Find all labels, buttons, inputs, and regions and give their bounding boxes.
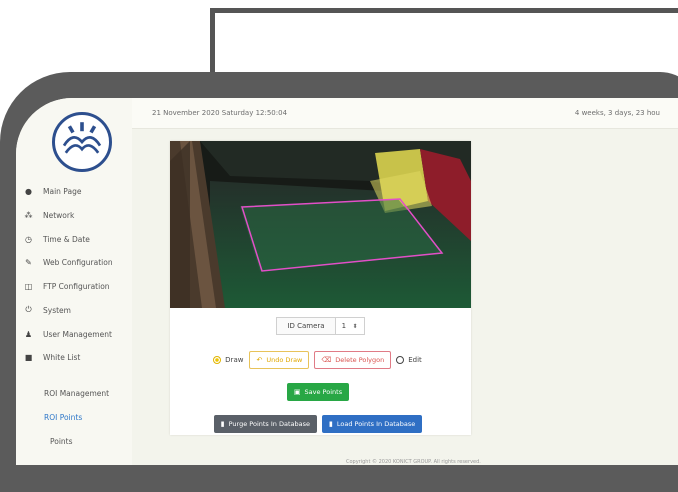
mode-row: Draw ↶ Undo Draw ⌫ Delete Polygon Edit xyxy=(170,351,471,369)
load-points-button[interactable]: ▮ Load Points In Database xyxy=(322,415,423,433)
trash-icon: ▮ xyxy=(220,420,225,428)
info-icon: ● xyxy=(25,186,32,196)
camera-select-label: ID Camera xyxy=(276,317,336,335)
sidebar-item-roi-points[interactable]: ROI Points xyxy=(44,410,82,424)
sidebar-item-label: FTP Configuration xyxy=(43,281,110,291)
save-points-label: Save Points xyxy=(304,388,343,396)
app-screen: ● Main Page ⁂ Network ◷ Time & Date ✎ We… xyxy=(16,98,678,465)
ftp-icon: ◫ xyxy=(24,281,33,291)
camera-select[interactable]: ID Camera 1 ⬍ xyxy=(276,317,365,335)
footer-copyright: Copyright © 2020 KONICT GROUP. All right… xyxy=(346,459,481,465)
trash-icon: ⌫ xyxy=(321,356,332,364)
sidebar-item-label: Time & Date xyxy=(43,234,90,244)
purge-points-button[interactable]: ▮ Purge Points In Database xyxy=(213,415,317,433)
sidebar-item-label: ROI Points xyxy=(44,412,83,422)
sidebar-item-label: White List xyxy=(43,352,81,362)
camera-view[interactable] xyxy=(170,141,471,308)
sidebar-item-network[interactable]: ⁂ Network xyxy=(24,208,75,222)
top-bar: 21 November 2020 Saturday 12:50:04 4 wee… xyxy=(132,98,678,129)
draw-radio[interactable] xyxy=(213,356,222,364)
university-logo xyxy=(52,112,112,172)
sidebar-item-label: Web Configuration xyxy=(43,257,113,267)
sidebar-item-web-configuration[interactable]: ✎ Web Configuration xyxy=(24,255,113,269)
decorative-frame-line xyxy=(210,8,678,78)
undo-draw-label: Undo Draw xyxy=(266,356,303,364)
power-icon: ⏻ xyxy=(25,305,32,314)
camera-id-value: 1 xyxy=(341,322,347,330)
camera-select-row: ID Camera 1 ⬍ xyxy=(170,317,471,335)
undo-icon: ↶ xyxy=(256,356,263,364)
roi-panel: ID Camera 1 ⬍ Draw ↶ Undo Draw ⌫ Delete … xyxy=(170,141,471,435)
delete-polygon-label: Delete Polygon xyxy=(335,356,385,364)
sidebar-item-time-date[interactable]: ◷ Time & Date xyxy=(24,232,90,246)
network-icon: ⁂ xyxy=(24,210,33,220)
sidebar-item-label: ROI Management xyxy=(44,388,110,398)
load-points-label: Load Points In Database xyxy=(336,420,416,428)
sidebar-item-roi-management[interactable]: ROI Management xyxy=(44,386,109,400)
sidebar-item-system[interactable]: ⏻ System xyxy=(24,303,71,317)
database-row: ▮ Purge Points In Database ▮ Load Points… xyxy=(170,415,471,433)
uptime-text: 4 weeks, 3 days, 23 hou xyxy=(574,109,660,117)
sidebar-item-user-management[interactable]: ♟ User Management xyxy=(24,327,112,341)
edit-radio[interactable] xyxy=(396,356,405,364)
save-row: ▣ Save Points xyxy=(170,383,471,401)
sidebar-item-label: User Management xyxy=(43,329,112,339)
save-points-button[interactable]: ▣ Save Points xyxy=(286,383,350,401)
users-icon: ♟ xyxy=(24,329,33,339)
draw-label: Draw xyxy=(225,356,244,364)
list-icon: ■ xyxy=(24,352,33,362)
tools-icon: ✎ xyxy=(25,257,32,267)
purge-points-label: Purge Points In Database xyxy=(228,420,310,428)
sidebar-item-main-page[interactable]: ● Main Page xyxy=(24,184,81,198)
spinner-icon[interactable]: ⬍ xyxy=(353,323,358,330)
sidebar-item-label: Points xyxy=(50,436,73,446)
sidebar-item-ftp-configuration[interactable]: ◫ FTP Configuration xyxy=(24,279,110,293)
camera-id-input[interactable]: 1 ⬍ xyxy=(335,317,365,335)
sidebar-item-white-list[interactable]: ■ White List xyxy=(24,350,81,364)
database-icon: ▮ xyxy=(329,420,333,428)
sidebar-item-points[interactable]: Points xyxy=(50,434,73,448)
floppy-icon: ▣ xyxy=(293,388,301,396)
clock-icon: ◷ xyxy=(25,234,32,244)
sidebar-item-label: Main Page xyxy=(43,186,82,196)
delete-polygon-button[interactable]: ⌫ Delete Polygon xyxy=(314,351,392,369)
undo-draw-button[interactable]: ↶ Undo Draw xyxy=(249,351,310,369)
sidebar-item-label: Network xyxy=(43,210,75,220)
sidebar-item-label: System xyxy=(43,305,71,315)
current-datetime: 21 November 2020 Saturday 12:50:04 xyxy=(152,109,288,117)
edit-label: Edit xyxy=(408,356,422,364)
sidebar: ● Main Page ⁂ Network ◷ Time & Date ✎ We… xyxy=(16,98,132,465)
